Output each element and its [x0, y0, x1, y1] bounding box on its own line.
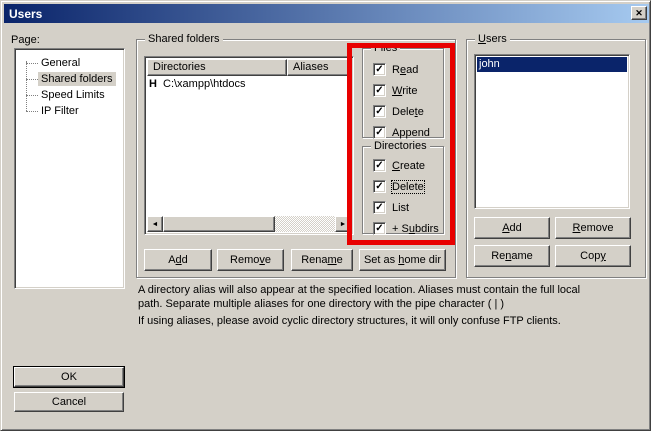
checkbox-write[interactable]: ✓ Write	[373, 84, 417, 97]
horizontal-scrollbar[interactable]: ◄ ►	[147, 216, 351, 232]
title-bar[interactable]: Users ✕	[4, 4, 649, 23]
page-tree: General Shared folders Speed Limits IP F…	[14, 48, 125, 289]
tree-connector	[26, 63, 38, 64]
tree-item-ip-filter[interactable]: IP Filter	[17, 103, 122, 119]
column-header-aliases[interactable]: Aliases	[287, 59, 351, 76]
checkbox-list[interactable]: ✓ List	[373, 201, 409, 214]
right-arrow-icon: ►	[340, 221, 347, 228]
directory-row[interactable]: H C:\xampp\htdocs	[147, 76, 351, 91]
folder-remove-button[interactable]: Remove	[217, 249, 284, 271]
checkbox-append[interactable]: ✓ Append	[373, 126, 430, 139]
checkbox-box[interactable]: ✓	[373, 201, 386, 214]
scroll-right-button[interactable]: ►	[335, 216, 351, 232]
tree-item-general[interactable]: General	[17, 55, 122, 71]
scrollbar-thumb[interactable]	[163, 216, 275, 232]
folder-rename-button[interactable]: Rename	[291, 249, 353, 271]
checkbox-read[interactable]: ✓ Read	[373, 63, 418, 76]
tree-connector	[26, 111, 38, 112]
user-add-button[interactable]: Add	[474, 217, 550, 239]
listview-header: Directories Aliases	[147, 59, 351, 76]
set-as-home-dir-button[interactable]: Set as home dir	[359, 249, 446, 271]
users-group: Users john Add Remove Rename Copy	[466, 39, 646, 278]
checkmark-icon: ✓	[375, 65, 383, 75]
user-copy-button[interactable]: Copy	[555, 245, 631, 267]
help-paragraph-aliases: A directory alias will also appear at th…	[138, 283, 600, 311]
checkbox-box[interactable]: ✓	[373, 180, 386, 193]
help-text: A directory alias will also appear at th…	[138, 283, 600, 328]
checkbox-create[interactable]: ✓ Create	[373, 159, 425, 172]
left-arrow-icon: ◄	[152, 221, 159, 228]
checkmark-icon: ✓	[375, 128, 383, 138]
tree-connector	[26, 95, 38, 96]
checkbox-delete-dir[interactable]: ✓ Delete	[373, 180, 424, 193]
window-title: Users	[9, 7, 42, 21]
close-icon: ✕	[635, 9, 643, 18]
checkmark-icon: ✓	[375, 107, 383, 117]
page-label: Page:	[11, 34, 40, 46]
cancel-button[interactable]: Cancel	[14, 392, 124, 412]
users-group-label: Users	[475, 33, 510, 45]
users-dialog: Users ✕ Page: General Shared folders Spe…	[0, 0, 651, 431]
checkbox-box[interactable]: ✓	[373, 105, 386, 118]
checkbox-delete-file[interactable]: ✓ Delete	[373, 105, 424, 118]
directories-group-label: Directories	[371, 140, 430, 152]
checkmark-icon: ✓	[375, 182, 383, 192]
shared-folders-group-label: Shared folders	[145, 33, 223, 45]
checkmark-icon: ✓	[375, 224, 383, 234]
tree-connector	[26, 79, 38, 80]
directory-path: C:\xampp\htdocs	[163, 78, 246, 90]
checkmark-icon: ✓	[375, 86, 383, 96]
directories-group: Directories ✓ Create ✓ Delete ✓ List ✓ +…	[362, 146, 444, 234]
user-row-john[interactable]: john	[477, 57, 627, 72]
user-rename-button[interactable]: Rename	[474, 245, 550, 267]
ok-button[interactable]: OK	[14, 367, 124, 387]
home-marker: H	[149, 78, 163, 90]
folder-add-button[interactable]: Add	[144, 249, 212, 271]
users-listbox[interactable]: john	[474, 54, 630, 209]
checkmark-icon: ✓	[375, 161, 383, 171]
help-paragraph-cyclic: If using aliases, please avoid cyclic di…	[138, 314, 600, 328]
directories-listview: Directories Aliases H C:\xampp\htdocs ◄ …	[144, 56, 354, 235]
scrollbar-track[interactable]	[275, 216, 335, 232]
close-button[interactable]: ✕	[631, 6, 647, 20]
checkbox-box[interactable]: ✓	[373, 84, 386, 97]
files-group: Files ✓ Read ✓ Write ✓ Delete ✓ Append	[362, 48, 444, 138]
user-remove-button[interactable]: Remove	[555, 217, 631, 239]
checkbox-box[interactable]: ✓	[373, 126, 386, 139]
checkbox-subdirs[interactable]: ✓ + Subdirs	[373, 222, 439, 235]
files-group-label: Files	[371, 42, 400, 54]
checkmark-icon: ✓	[375, 203, 383, 213]
checkbox-box[interactable]: ✓	[373, 63, 386, 76]
checkbox-box[interactable]: ✓	[373, 222, 386, 235]
tree-rail	[26, 61, 27, 111]
column-header-directories[interactable]: Directories	[147, 59, 287, 76]
tree-item-speed-limits[interactable]: Speed Limits	[17, 87, 122, 103]
tree-item-shared-folders[interactable]: Shared folders	[17, 71, 122, 87]
scroll-left-button[interactable]: ◄	[147, 216, 163, 232]
checkbox-box[interactable]: ✓	[373, 159, 386, 172]
